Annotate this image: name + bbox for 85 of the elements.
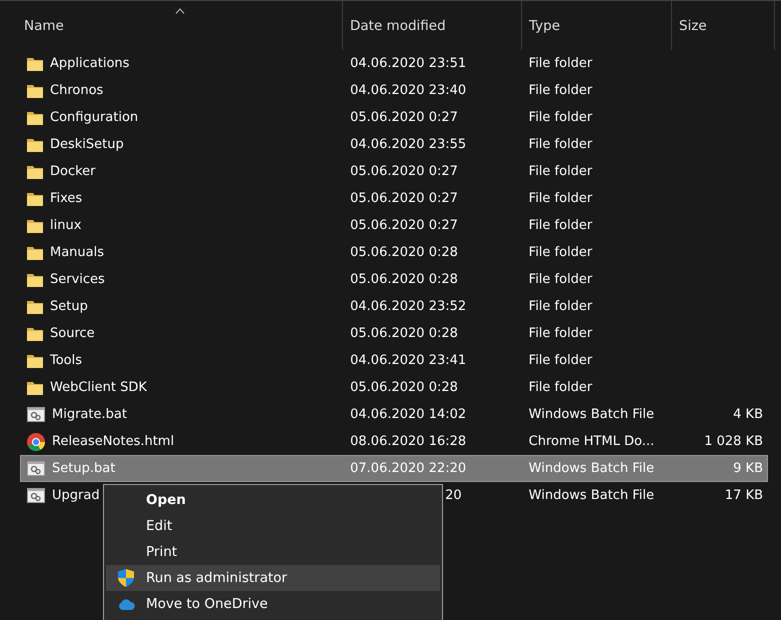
date-modified: 04.06.2020 23:41 xyxy=(350,353,466,368)
file-type: Chrome HTML Do... xyxy=(528,434,654,449)
cloud-icon xyxy=(118,598,134,610)
shield-icon xyxy=(118,569,134,587)
file-name[interactable]: ReleaseNotes.html xyxy=(52,434,174,449)
menu-item[interactable]: Open xyxy=(106,487,440,513)
file-type: File folder xyxy=(528,83,592,98)
date-modified: 05.06.2020 0:28 xyxy=(350,272,458,287)
file-type: Windows Batch File xyxy=(528,407,654,422)
folder-icon xyxy=(27,192,43,206)
file-name[interactable]: linux xyxy=(50,218,82,233)
menu-item[interactable]: Move to OneDrive xyxy=(106,591,440,617)
file-name[interactable]: Upgrad xyxy=(52,488,100,503)
file-type: File folder xyxy=(528,380,592,395)
date-modified: 08.06.2020 16:28 xyxy=(350,434,466,449)
folder-icon xyxy=(27,110,43,124)
file-name[interactable]: Fixes xyxy=(50,191,82,206)
folder-icon xyxy=(27,246,43,260)
file-name[interactable]: Setup xyxy=(50,299,88,314)
folder-icon xyxy=(27,218,43,232)
file-type: File folder xyxy=(528,245,592,260)
date-modified: 05.06.2020 0:27 xyxy=(350,164,458,179)
file-type: File folder xyxy=(528,353,592,368)
date-modified: 05.06.2020 0:27 xyxy=(350,191,458,206)
menu-item[interactable]: Edit xyxy=(106,513,440,539)
column-header[interactable]: Type xyxy=(529,18,560,34)
date-modified: 04.06.2020 23:51 xyxy=(350,56,466,71)
browser-icon xyxy=(27,432,45,450)
folder-icon xyxy=(27,380,43,394)
file-name[interactable]: Source xyxy=(50,326,95,341)
file-type: File folder xyxy=(528,56,592,71)
folder-icon xyxy=(27,84,43,98)
file-name[interactable]: Setup.bat xyxy=(52,461,116,476)
folder-icon xyxy=(27,326,43,340)
gear-window-icon xyxy=(27,461,45,476)
file-size: 17 KB xyxy=(724,488,764,503)
file-name[interactable]: Manuals xyxy=(50,245,104,260)
date-modified: 05.06.2020 0:27 xyxy=(350,110,458,125)
date-modified: 04.06.2020 23:55 xyxy=(350,137,466,152)
file-type: Windows Batch File xyxy=(528,488,654,503)
file-type: File folder xyxy=(528,299,592,314)
folder-icon xyxy=(27,164,43,178)
folder-icon xyxy=(27,272,43,286)
folder-icon xyxy=(27,138,43,152)
date-modified: 05.06.2020 0:28 xyxy=(350,326,458,341)
file-type: File folder xyxy=(528,191,592,206)
file-type: File folder xyxy=(528,326,592,341)
selected-row[interactable]: Setup.bat 07.06.2020 22:20 Windows Batch File 9 KB xyxy=(20,455,768,482)
sort-caret-icon xyxy=(175,8,185,14)
date-modified: 05.06.2020 0:28 xyxy=(350,245,458,260)
file-name[interactable]: Tools xyxy=(50,353,82,368)
file-name[interactable]: DeskiSetup xyxy=(50,137,124,152)
column-header[interactable]: Name xyxy=(24,18,64,34)
file-size: 1 028 KB xyxy=(704,434,764,449)
date-modified: 05.06.2020 0:28 xyxy=(350,380,458,395)
date-modified: 04.06.2020 14:02 xyxy=(350,407,466,422)
column-header[interactable]: Size xyxy=(679,18,707,34)
date-modified: 04.06.2020 23:40 xyxy=(350,83,466,98)
file-name[interactable]: Configuration xyxy=(50,110,138,125)
file-name[interactable]: WebClient SDK xyxy=(50,380,147,395)
date-modified: 20 xyxy=(444,488,462,503)
gear-window-icon xyxy=(27,488,45,503)
folder-icon xyxy=(27,354,43,368)
file-size: 9 KB xyxy=(733,461,764,476)
file-name[interactable]: Chronos xyxy=(50,83,104,98)
file-name[interactable]: Applications xyxy=(50,56,130,71)
gear-window-icon xyxy=(27,407,45,422)
file-type: File folder xyxy=(528,137,592,152)
file-name[interactable]: Services xyxy=(50,272,105,287)
menu-item[interactable]: Print xyxy=(106,539,440,565)
file-type: File folder xyxy=(528,164,592,179)
file-type: File folder xyxy=(528,272,592,287)
file-type: File folder xyxy=(528,218,592,233)
file-size: 4 KB xyxy=(733,407,764,422)
date-modified: 04.06.2020 23:52 xyxy=(350,299,466,314)
folder-icon xyxy=(27,300,43,314)
file-type: Windows Batch File xyxy=(528,461,654,476)
date-modified: 07.06.2020 22:20 xyxy=(350,461,466,476)
column-header[interactable]: Date modified xyxy=(350,18,446,34)
folder-icon xyxy=(27,56,43,70)
file-name[interactable]: Migrate.bat xyxy=(52,407,127,422)
file-type: File folder xyxy=(528,110,592,125)
date-modified: 05.06.2020 0:27 xyxy=(350,218,458,233)
menu-item[interactable]: Run as administrator xyxy=(106,565,440,591)
file-name[interactable]: Docker xyxy=(50,164,96,179)
